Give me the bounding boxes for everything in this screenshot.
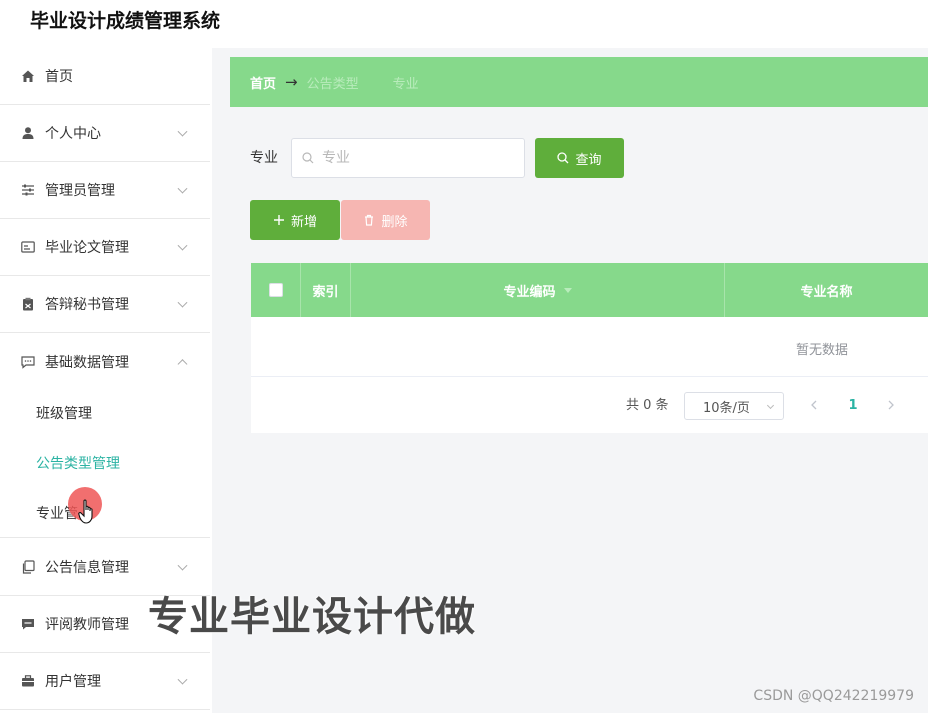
home-icon [20,68,36,84]
chat-icon [20,354,36,370]
plus-icon [273,214,285,226]
sidebar-item-personal-center[interactable]: 个人中心 [0,105,210,162]
sidebar-item-label: 评阅教师管理 [45,617,129,633]
sidebar-item-label: 个人中心 [45,126,101,142]
data-table: 索引 专业编码 专业名称 暂无数据 [251,263,928,433]
id-card-icon [20,239,36,255]
submenu-item-major[interactable]: 专业管 [0,488,210,538]
copy-icon [20,559,36,575]
query-button-label: 查询 [575,151,602,167]
chevron-up-icon [177,358,188,369]
sidebar-item-home[interactable]: 首页 [0,48,210,105]
column-header-code[interactable]: 专业编码 [351,263,725,317]
sidebar-item-label: 基础数据管理 [45,354,129,371]
search-icon [557,152,569,164]
chevron-down-icon [177,240,188,251]
breadcrumb: 首页 → 公告类型 专业 [230,57,928,107]
breadcrumb-separator: → [285,73,298,91]
chevron-down-icon [177,297,188,308]
page-number-current[interactable]: 1 [843,395,863,415]
watermark: CSDN @QQ242219979 [753,688,914,704]
submenu-item-label: 班级管理 [36,406,92,422]
app-title: 毕业设计成绩管理系统 [30,10,221,32]
breadcrumb-current: 专业 [392,76,419,92]
prev-page-button[interactable] [804,395,824,415]
select-all-cell [251,263,301,317]
submenu-item-class[interactable]: 班级管理 [0,388,210,438]
sidebar-item-label: 毕业论文管理 [45,240,129,256]
pagination-total: 共 0 条 [626,398,669,413]
select-all-checkbox[interactable] [268,283,283,297]
column-header-name[interactable]: 专业名称 [725,263,928,317]
add-button[interactable]: 新增 [250,200,340,240]
sidebar-item-admin[interactable]: 管理员管理 [0,162,210,219]
trash-icon [363,214,375,226]
chevron-down-icon [766,401,775,410]
submenu-item-label: 公告类型管理 [36,456,120,472]
sliders-icon [20,182,36,198]
search-label: 专业 [250,150,278,166]
search-input[interactable] [320,149,510,167]
table-header: 索引 专业编码 专业名称 [251,263,928,317]
sidebar-item-users[interactable]: 用户管理 [0,653,210,710]
search-field[interactable] [291,138,525,178]
page-size-select[interactable]: 10条/页 [684,392,784,420]
sort-icon[interactable] [563,287,572,293]
chevron-down-icon [177,126,188,137]
sidebar-item-basic-data[interactable]: 基础数据管理 [0,333,210,390]
sidebar-item-label: 用户管理 [45,674,101,690]
empty-text: 暂无数据 [796,343,849,358]
delete-button[interactable]: 删除 [341,200,430,240]
hand-cursor-icon [78,499,93,524]
delete-button-label: 删除 [381,213,408,229]
briefcase-icon [20,673,36,689]
chevron-left-icon [811,400,817,410]
breadcrumb-level1[interactable]: 公告类型 [307,73,359,92]
promo-overlay-text: 专业毕业设计代做 [148,594,476,640]
sidebar-item-label: 公告信息管理 [45,560,129,576]
clipboard-icon [20,296,36,312]
chevron-down-icon [177,674,188,685]
sidebar-item-thesis[interactable]: 毕业论文管理 [0,219,210,276]
breadcrumb-home[interactable]: 首页 [250,73,276,92]
message-icon [20,616,36,632]
column-header-index: 索引 [301,263,351,317]
search-icon [302,149,314,168]
sidebar-item-label: 首页 [45,69,73,85]
sidebar-item-secretary[interactable]: 答辩秘书管理 [0,276,210,333]
user-icon [20,125,36,141]
next-page-button[interactable] [881,395,901,415]
query-button[interactable]: 查询 [535,138,624,178]
chevron-down-icon [177,560,188,571]
chevron-down-icon [177,183,188,194]
add-button-label: 新增 [290,213,317,229]
chevron-right-icon [888,400,894,410]
sidebar-item-label: 答辩秘书管理 [45,297,129,313]
submenu-item-notice-type[interactable]: 公告类型管理 [0,438,210,488]
table-body: 暂无数据 [251,317,928,377]
sidebar-item-label: 管理员管理 [45,183,115,199]
